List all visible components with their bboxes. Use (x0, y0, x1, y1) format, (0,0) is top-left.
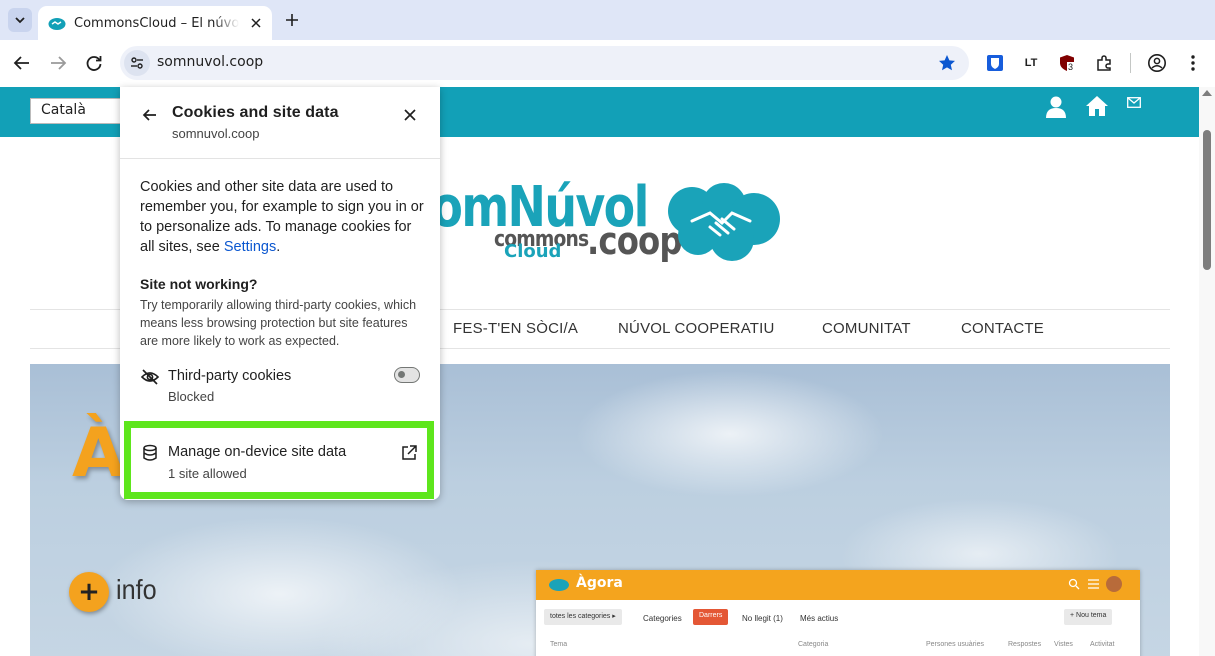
account-circle-icon (1148, 54, 1166, 72)
address-bar[interactable]: somnuvol.coop (120, 46, 969, 80)
agora-col-respostes: Respostes (1008, 641, 1042, 648)
agora-col-activitat: Activitat (1090, 641, 1115, 648)
toggle-knob (398, 371, 405, 378)
third-party-cookies-label: Third-party cookies (168, 368, 292, 384)
agora-tab-categories: Categories (643, 614, 682, 623)
agora-header: Àgora (536, 570, 1140, 600)
agora-col-tema: Tema (550, 641, 568, 648)
agora-tab-mes-actius: Més actius (800, 614, 839, 623)
tab-title: CommonsCloud – El núvol cooperatiu (74, 15, 239, 31)
tune-icon (131, 57, 143, 69)
agora-new-topic: + Nou tema (1064, 609, 1113, 625)
site-not-working-text: Try temporarily allowing third-party coo… (140, 298, 417, 348)
extensions-menu-button[interactable] (1094, 53, 1114, 73)
site-not-working-heading: Site not working? (140, 276, 258, 292)
toolbar-divider (1130, 53, 1131, 73)
scroll-up-icon[interactable] (1202, 90, 1212, 96)
agora-col-usuaries: Persones usuàries (926, 641, 984, 648)
browser-toolbar: somnuvol.coop LT 3 (0, 40, 1215, 86)
popup-description: Cookies and other site data are used to … (140, 177, 426, 257)
handshake-cloud-icon (668, 183, 780, 261)
language-select[interactable]: Català (30, 98, 130, 124)
hamburger-icon (1088, 579, 1099, 589)
tab-strip: CommonsCloud – El núvol cooperatiu (0, 0, 1215, 40)
menu-item-nuvol[interactable]: NÚVOL COOPERATIU (618, 320, 775, 337)
agora-tab-darrers: Darrers (693, 609, 729, 625)
database-icon (143, 444, 157, 461)
home-icon[interactable] (1085, 95, 1109, 117)
avatar (1106, 576, 1122, 592)
popup-title: Cookies and site data (172, 104, 339, 121)
agora-category-dropdown: totes les categories ▸ (544, 609, 622, 625)
agora-title: Àgora (576, 575, 623, 591)
shield-key-icon (987, 55, 1003, 71)
agora-preview: Àgora totes les categories ▸ Categories … (536, 570, 1140, 656)
close-icon[interactable] (400, 105, 420, 125)
visibility-off-icon (140, 369, 160, 385)
site-info-button[interactable] (124, 50, 150, 76)
close-tab-icon[interactable] (248, 15, 264, 31)
more-vert-icon (1191, 55, 1195, 71)
tab-search-button[interactable] (8, 8, 32, 32)
on-device-data-status: 1 site allowed (168, 466, 247, 481)
description-end: . (276, 239, 281, 255)
popup-divider (120, 158, 440, 159)
menu-item-contacte[interactable]: CONTACTE (961, 320, 1044, 337)
user-icon[interactable] (1045, 95, 1067, 119)
languagetool-label: LT (1024, 57, 1038, 69)
agora-new-topic-label: Nou tema (1076, 612, 1107, 619)
url-text[interactable]: somnuvol.coop (157, 54, 263, 70)
extension-ublock-icon[interactable]: 3 (1057, 53, 1077, 73)
reload-icon[interactable] (83, 52, 105, 74)
on-device-data-highlight (124, 421, 434, 499)
mail-icon[interactable] (1127, 97, 1141, 108)
popup-subtitle: somnuvol.coop (172, 126, 260, 141)
new-tab-icon[interactable] (282, 10, 302, 30)
third-party-cookies-status: Blocked (168, 389, 215, 404)
manage-on-device-data-link[interactable]: Manage on-device site data (168, 444, 346, 460)
agora-col-vistes: Vistes (1054, 641, 1073, 648)
cookies-site-data-popup: Cookies and site data somnuvol.coop Cook… (120, 87, 440, 500)
cloud-icon (549, 579, 569, 591)
commonscloud-favicon-icon (48, 18, 66, 30)
extension-languagetool-icon[interactable]: LT (1021, 53, 1041, 73)
info-plus-button[interactable]: + (69, 572, 109, 612)
extension-badge: 3 (1067, 62, 1075, 72)
settings-link[interactable]: Settings (224, 239, 276, 255)
bookmark-star-icon[interactable] (937, 53, 957, 73)
logo-cloud: Cloud (504, 241, 562, 262)
profile-button[interactable] (1147, 53, 1167, 73)
third-party-cookies-toggle[interactable] (394, 367, 420, 383)
active-tab[interactable]: CommonsCloud – El núvol cooperatiu (38, 6, 272, 40)
forward-icon[interactable] (47, 52, 69, 74)
puzzle-icon (1097, 55, 1111, 71)
back-arrow-icon[interactable] (140, 105, 160, 125)
agora-category-label: totes les categories (550, 613, 611, 620)
search-icon (1068, 578, 1080, 590)
open-in-new-icon[interactable] (400, 444, 418, 462)
info-label[interactable]: info (116, 574, 157, 606)
extension-bitwarden-icon[interactable] (985, 53, 1005, 73)
description-text: Cookies and other site data are used to … (140, 179, 424, 255)
chevron-down-icon (15, 17, 25, 24)
menu-item-comunitat[interactable]: COMUNITAT (822, 320, 911, 337)
agora-col-categoria: Categoria (798, 641, 829, 648)
menu-item-soci[interactable]: FES-T'EN SÒCI/A (453, 320, 578, 337)
site-logo[interactable]: SomNúvol commons Cloud .coop (400, 177, 800, 277)
agora-tab-no-llegit: No llegit (1) (742, 614, 783, 623)
back-icon[interactable] (11, 52, 33, 74)
scrollbar-thumb[interactable] (1203, 130, 1211, 270)
chrome-menu-button[interactable] (1183, 53, 1203, 73)
